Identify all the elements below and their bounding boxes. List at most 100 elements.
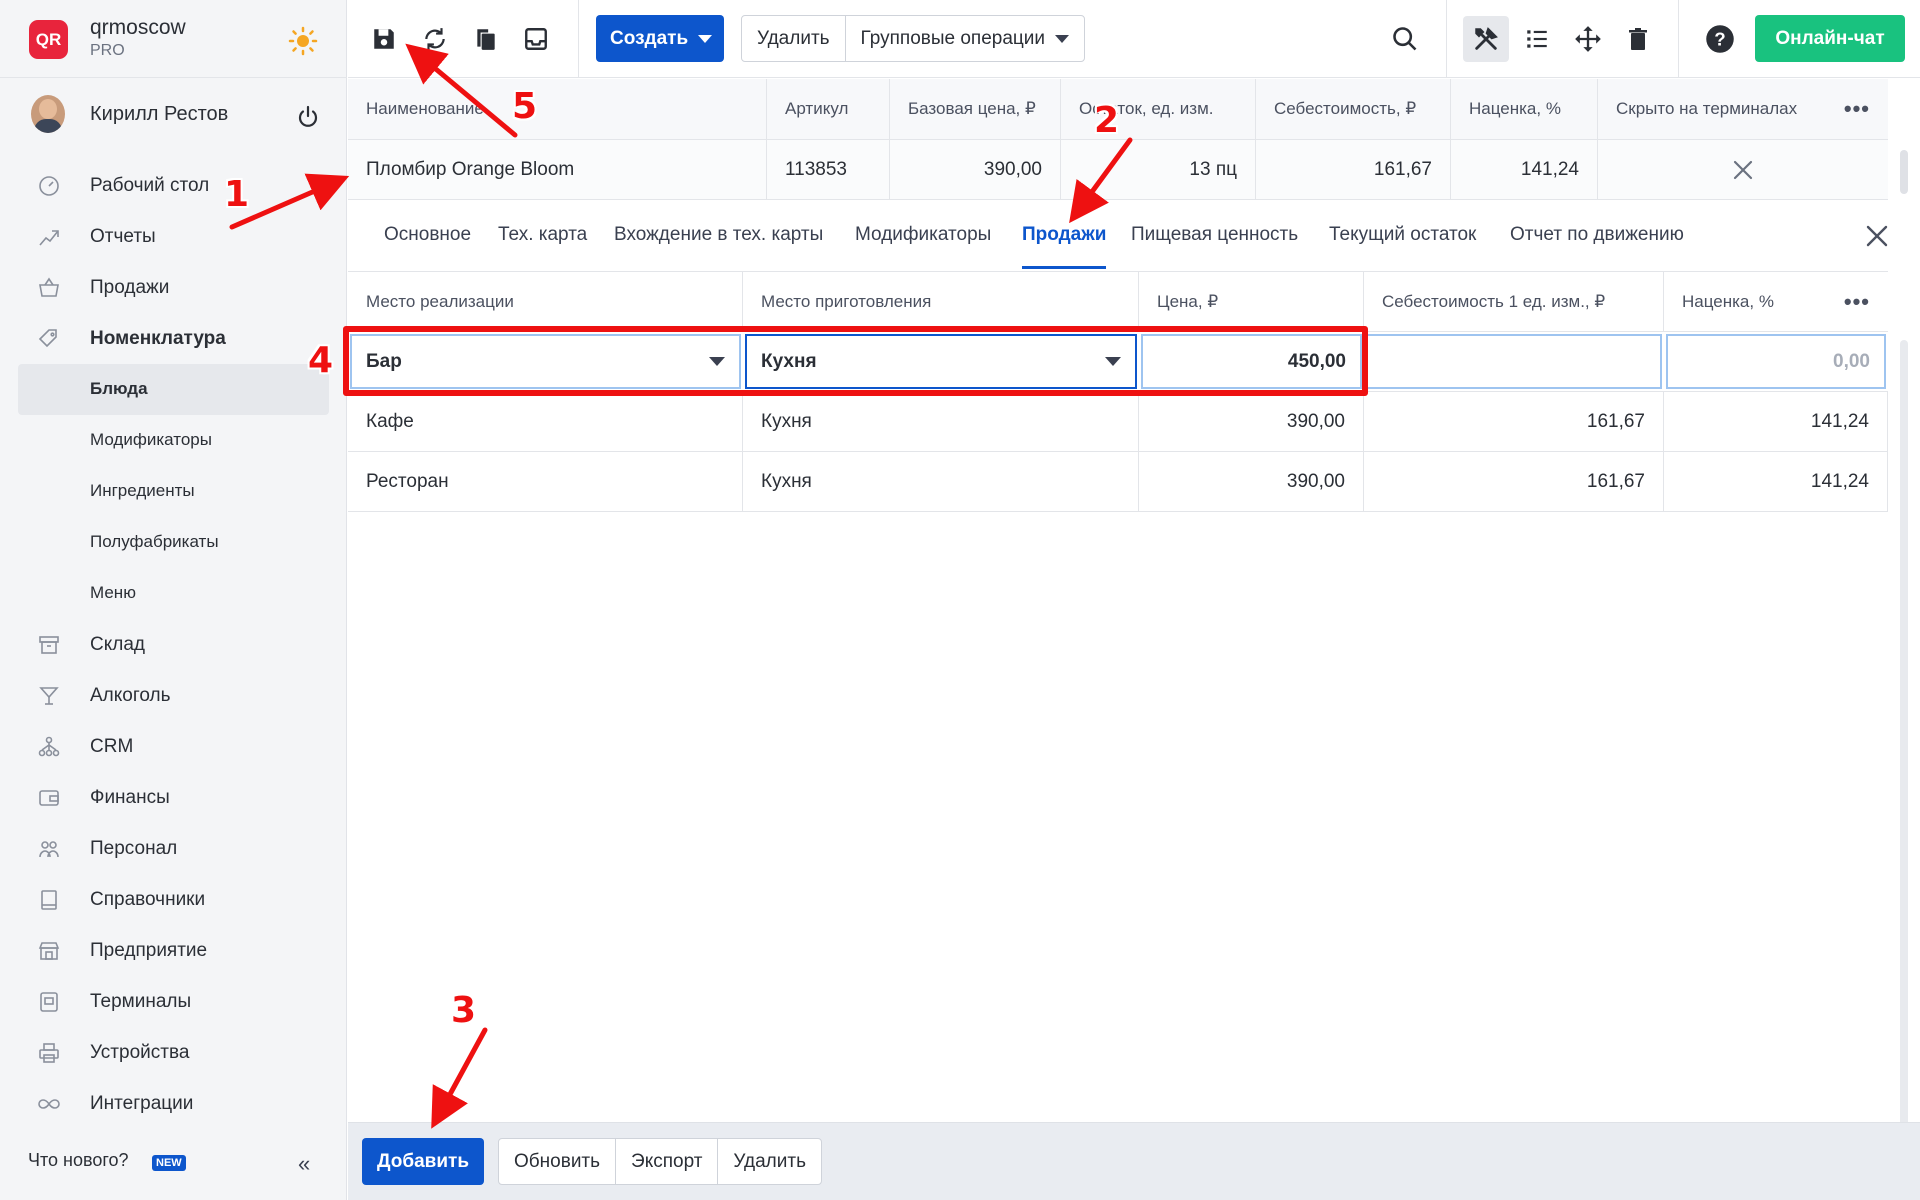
sidebar-item-sales[interactable]: Продажи — [0, 262, 347, 313]
sidebar-item-crm[interactable]: CRM — [0, 721, 347, 772]
sidebar-sub-modifiers[interactable]: Модификаторы — [0, 415, 347, 466]
close-icon[interactable] — [1863, 222, 1891, 250]
table-row[interactable]: Кафе Кухня 390,00 161,67 141,24 — [348, 392, 1888, 452]
create-button-label: Создать — [610, 27, 689, 49]
sidebar-item-label: Отчеты — [90, 225, 156, 247]
add-button[interactable]: Добавить — [362, 1138, 484, 1185]
trash-icon[interactable] — [1622, 23, 1654, 55]
column-header[interactable]: Место приготовления — [743, 272, 1139, 331]
copy-icon[interactable] — [470, 23, 502, 55]
new-badge: NEW — [152, 1155, 186, 1171]
column-header-label: Скрыто на терминалах — [1616, 99, 1798, 118]
online-chat-button[interactable]: Онлайн-чат — [1755, 15, 1905, 62]
search-icon[interactable] — [1389, 23, 1421, 55]
create-button[interactable]: Создать — [596, 15, 724, 62]
cell-preparation-place: Кухня — [743, 452, 1139, 511]
cost-input[interactable] — [1366, 334, 1662, 389]
infinity-icon — [38, 1099, 60, 1109]
annotation-1: 1 — [224, 174, 250, 215]
column-header[interactable]: Себестоимость, ₽ — [1256, 79, 1451, 139]
help-icon[interactable]: ? — [1704, 23, 1736, 55]
tab-tech-card-entries[interactable]: Вхождение в тех. карты — [614, 224, 823, 246]
brand-plan: PRO — [90, 42, 125, 59]
column-header[interactable]: Наименование — [348, 79, 767, 139]
sidebar-sub-menu[interactable]: Меню — [0, 568, 347, 619]
sidebar-sub-ingredients[interactable]: Ингредиенты — [0, 466, 347, 517]
tab-nutrition[interactable]: Пищевая ценность — [1131, 224, 1298, 246]
tools-icon[interactable] — [1470, 23, 1502, 55]
wallet-icon — [39, 790, 59, 806]
save-icon[interactable] — [368, 23, 400, 55]
tab-current-stock[interactable]: Текущий остаток — [1329, 224, 1476, 246]
sidebar-nav: Рабочий стол Отчеты Продажи Номенклатура… — [0, 160, 347, 1129]
more-icon[interactable]: ••• — [1844, 96, 1870, 122]
sun-icon[interactable] — [288, 26, 318, 56]
user-block: Кирилл Рестов — [0, 95, 347, 139]
column-header[interactable]: Артикул — [767, 79, 890, 139]
whats-new-link[interactable]: Что нового? — [28, 1150, 129, 1171]
power-icon[interactable] — [296, 105, 320, 129]
sidebar-sub-dishes[interactable]: Блюда — [18, 364, 329, 415]
column-header-markup[interactable]: Наценка, % ••• — [1664, 272, 1888, 331]
sidebar-item-devices[interactable]: Устройства — [0, 1027, 347, 1078]
sidebar-item-label: CRM — [90, 735, 134, 757]
column-header[interactable]: Цена, ₽ — [1139, 272, 1364, 331]
column-header[interactable]: Место реализации — [348, 272, 743, 331]
tab-movement-report[interactable]: Отчет по движению — [1510, 224, 1684, 246]
sidebar-sub-label: Модификаторы — [90, 430, 212, 449]
user-name[interactable]: Кирилл Рестов — [90, 103, 228, 126]
sidebar-item-label: Устройства — [90, 1041, 190, 1063]
cell-markup: 141,24 — [1664, 452, 1888, 511]
column-header[interactable]: Себестоимость 1 ед. изм., ₽ — [1364, 272, 1664, 331]
sidebar-item-directories[interactable]: Справочники — [0, 874, 347, 925]
move-icon[interactable] — [1572, 23, 1604, 55]
sidebar-item-dashboard[interactable]: Рабочий стол — [0, 160, 347, 211]
column-header[interactable]: Наценка, % — [1451, 79, 1598, 139]
sidebar-item-enterprise[interactable]: Предприятие — [0, 925, 347, 976]
tab-tech-card[interactable]: Тех. карта — [498, 224, 587, 246]
sidebar-item-integrations[interactable]: Интеграции — [0, 1078, 347, 1129]
annotation-2: 2 — [1094, 100, 1120, 141]
export-button[interactable]: Экспорт — [615, 1139, 717, 1184]
scrollbar[interactable] — [1898, 150, 1910, 1200]
group-operations-dropdown[interactable]: Групповые операции — [844, 16, 1084, 61]
reports-icon — [39, 230, 59, 246]
toolbar-divider — [1678, 0, 1679, 78]
cross-icon — [1733, 160, 1753, 179]
sidebar-item-staff[interactable]: Персонал — [0, 823, 347, 874]
markup-input[interactable]: 0,00 — [1666, 334, 1886, 389]
brand-name: qrmoscow — [90, 16, 186, 39]
avatar[interactable] — [31, 95, 65, 133]
scrollbar-track[interactable] — [1900, 340, 1908, 1200]
inbox-icon[interactable] — [520, 23, 552, 55]
list-icon[interactable] — [1521, 23, 1553, 55]
cell-cost: 161,67 — [1364, 392, 1664, 451]
tab-modifiers[interactable]: Модификаторы — [855, 224, 991, 246]
collapse-sidebar-icon[interactable]: « — [298, 1151, 310, 1177]
sidebar-item-finance[interactable]: Финансы — [0, 772, 347, 823]
cell-preparation-place: Кухня — [743, 392, 1139, 451]
column-header[interactable]: Остаток, ед. изм. — [1061, 79, 1256, 139]
sidebar-item-terminals[interactable]: Терминалы — [0, 976, 347, 1027]
tab-main[interactable]: Основное — [384, 224, 471, 246]
scrollbar-thumb[interactable] — [1900, 150, 1908, 194]
sidebar-sub-semifinished[interactable]: Полуфабрикаты — [0, 517, 347, 568]
delete-button[interactable]: Удалить — [717, 1139, 821, 1184]
table-row[interactable]: Ресторан Кухня 390,00 161,67 141,24 — [348, 452, 1888, 512]
sidebar-item-warehouse[interactable]: Склад — [0, 619, 347, 670]
sidebar-item-label: Алкоголь — [90, 684, 171, 706]
sidebar-item-nomenclature[interactable]: Номенклатура — [0, 313, 347, 364]
column-header[interactable]: Базовая цена, ₽ — [890, 79, 1061, 139]
table-row[interactable]: Пломбир Orange Bloom 113853 390,00 13 пц… — [348, 140, 1888, 200]
more-icon[interactable]: ••• — [1844, 289, 1870, 315]
column-header-hidden[interactable]: Скрыто на терминалах ••• — [1598, 79, 1888, 139]
sidebar-item-alcohol[interactable]: Алкоголь — [0, 670, 347, 721]
sidebar-item-reports[interactable]: Отчеты — [0, 211, 347, 262]
refresh-button[interactable]: Обновить — [499, 1139, 615, 1184]
cell-markup: 141,24 — [1664, 392, 1888, 451]
warehouse-icon — [39, 636, 59, 654]
refresh-icon[interactable] — [419, 23, 451, 55]
qr-logo[interactable]: QR — [29, 20, 68, 59]
delete-button[interactable]: Удалить — [742, 16, 845, 61]
tab-sales[interactable]: Продажи — [1022, 224, 1106, 246]
